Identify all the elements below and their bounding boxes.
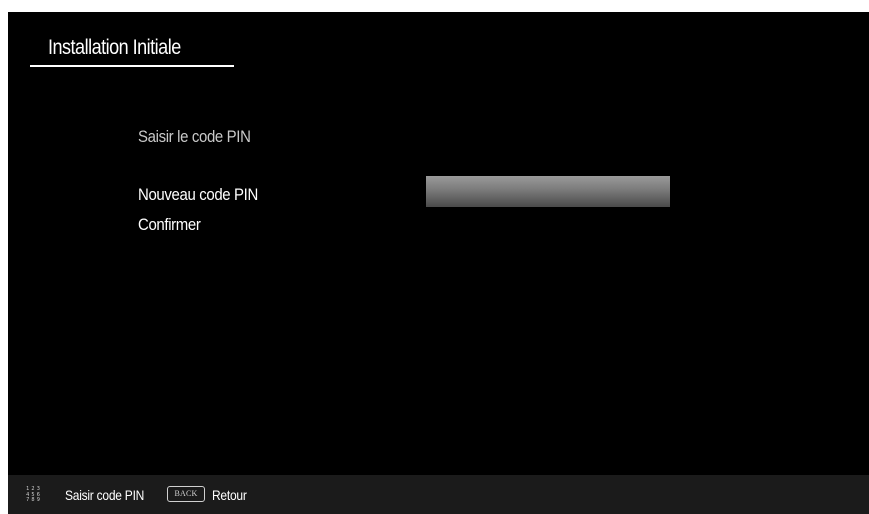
numpad-digit: 9: [36, 497, 40, 504]
new-pin-input[interactable]: [426, 176, 670, 207]
confirm-pin-label[interactable]: Confirmer: [138, 215, 201, 235]
back-hint: Retour: [212, 487, 247, 503]
numpad-icon: 1 2 3 4 5 6 7 8 9: [25, 486, 41, 504]
page-title: Installation Initiale: [48, 36, 181, 59]
new-pin-label[interactable]: Nouveau code PIN: [138, 185, 258, 205]
enter-pin-hint: Saisir code PIN: [65, 487, 145, 503]
back-key-icon: BACK: [167, 486, 205, 502]
footer-hint-bar: 1 2 3 4 5 6 7 8 9 Saisir code PIN BACK R…: [8, 475, 869, 514]
title-underline: [30, 65, 234, 67]
pin-prompt: Saisir le code PIN: [138, 127, 251, 146]
tv-screen: Installation Initiale Saisir le code PIN…: [8, 12, 869, 514]
